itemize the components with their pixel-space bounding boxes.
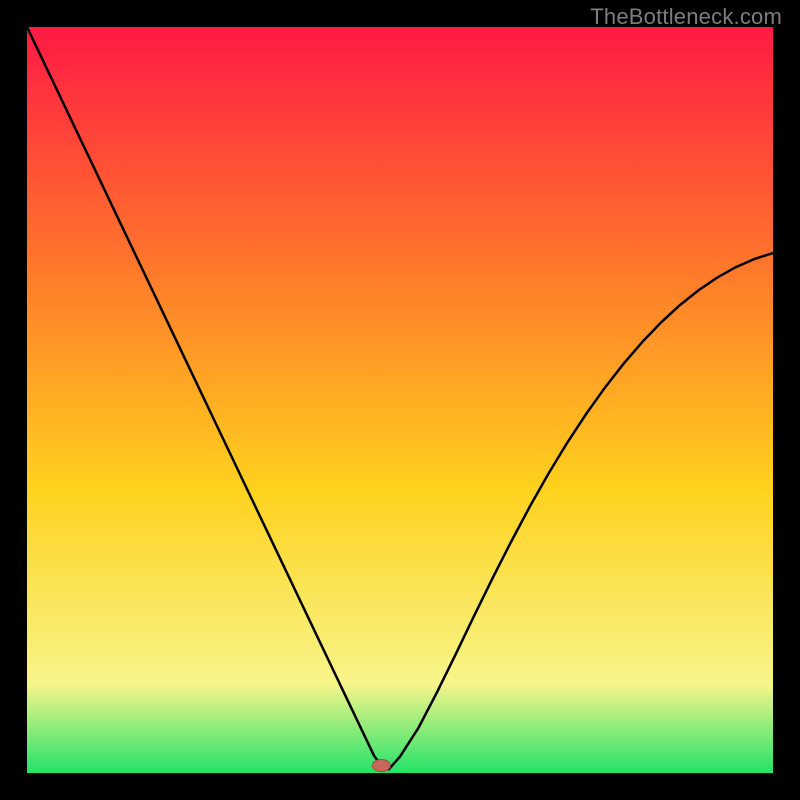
watermark-text: TheBottleneck.com [590, 4, 782, 30]
bottleneck-chart [27, 27, 773, 773]
chart-frame: { "watermark": "TheBottleneck.com", "col… [0, 0, 800, 800]
gradient-background [27, 27, 773, 773]
minimum-marker [372, 760, 390, 772]
plot-area [27, 27, 773, 773]
